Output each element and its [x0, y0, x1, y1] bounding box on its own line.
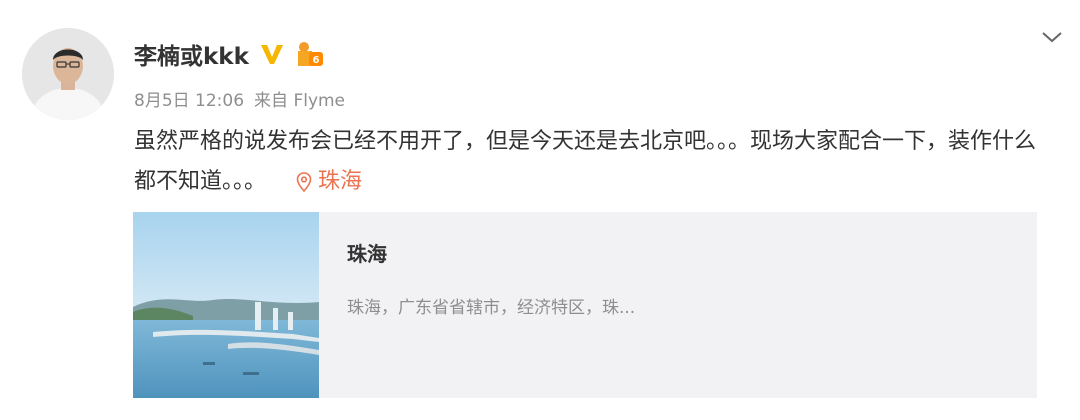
location-tag[interactable]: 珠海: [296, 162, 362, 202]
post-menu-dropdown[interactable]: [1038, 26, 1066, 50]
source-prefix: 来自: [254, 91, 289, 111]
username[interactable]: 李楠或kkk: [134, 37, 249, 71]
card-body: 珠海 珠海，广东省省辖市，经济特区，珠...: [319, 212, 635, 398]
card-title: 珠海: [347, 242, 387, 266]
location-pin-icon: [296, 172, 312, 192]
post-header: 李楠或kkk 6: [134, 36, 325, 72]
weibo-post: 李楠或kkk 6 8月5日 12:06 来自 Flyme 虽然严格的说发布会已经…: [0, 0, 1080, 420]
post-timestamp[interactable]: 8月5日 12:06: [134, 86, 244, 111]
location-card[interactable]: 珠海 珠海，广东省省辖市，经济特区，珠...: [133, 212, 1037, 398]
avatar[interactable]: [22, 28, 114, 120]
post-source: 来自 Flyme: [254, 86, 345, 111]
card-description: 珠海，广东省省辖市，经济特区，珠...: [347, 298, 636, 318]
city-bridge-photo: [133, 212, 319, 398]
verified-v-icon: [259, 42, 285, 66]
svg-text:6: 6: [312, 55, 319, 66]
location-label: 珠海: [318, 169, 363, 194]
vip-level-badge-icon[interactable]: 6: [295, 40, 325, 68]
source-link[interactable]: Flyme: [293, 91, 345, 111]
post-body: 虽然严格的说发布会已经不用开了，但是今天还是去北京吧。。。现场大家配合一下，装作…: [134, 129, 1037, 194]
chevron-down-icon: [1041, 29, 1063, 48]
post-meta: 8月5日 12:06 来自 Flyme: [134, 86, 345, 111]
post-text: 虽然严格的说发布会已经不用开了，但是今天还是去北京吧。。。现场大家配合一下，装作…: [134, 122, 1054, 202]
